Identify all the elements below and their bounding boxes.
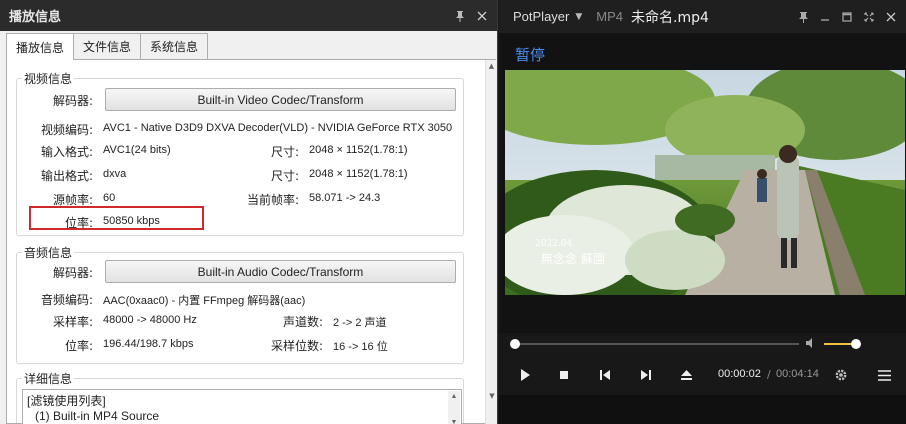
- scroll-up-arrow-icon[interactable]: ▲: [448, 391, 460, 403]
- previous-icon[interactable]: [593, 363, 617, 387]
- close-icon[interactable]: [880, 6, 902, 28]
- chevron-down-icon[interactable]: ▼: [575, 12, 582, 22]
- total-duration: 00:04:14: [776, 368, 819, 380]
- format-label: MP4: [596, 9, 624, 24]
- audio-bitrate-value: 196.44/198.7 kbps: [103, 338, 194, 350]
- fullscreen-icon[interactable]: [858, 6, 880, 28]
- tab-playback-info[interactable]: 播放信息: [6, 33, 75, 60]
- minimize-icon[interactable]: [814, 6, 836, 28]
- video-scene-image: 2022.04. 無念念 蘇園: [505, 70, 905, 295]
- input-size-value: 2048 × 1152(1.78:1): [309, 144, 408, 156]
- seek-bar[interactable]: [513, 343, 799, 345]
- close-icon[interactable]: [471, 5, 493, 27]
- output-size-label: 尺寸:: [270, 169, 299, 183]
- stop-icon[interactable]: [552, 363, 576, 387]
- volume-handle[interactable]: [851, 339, 862, 349]
- current-fps-value: 58.071 -> 24.3: [309, 192, 381, 204]
- play-icon[interactable]: [513, 363, 537, 387]
- input-format-label: 输入格式:: [40, 145, 93, 159]
- video-decoder-button[interactable]: Built-in Video Codec/Transform: [105, 88, 456, 111]
- scroll-down-arrow-icon[interactable]: ▼: [448, 417, 460, 424]
- playback-info-panel: 播放信息 播放信息 文件信息 系统信息 视频信息 解码器: Built-in V…: [0, 0, 498, 424]
- sample-bits-value: 16 -> 16 位: [333, 341, 388, 353]
- volume-icon[interactable]: [805, 337, 817, 352]
- output-format-value: dxva: [103, 168, 127, 180]
- video-info-label: 视频信息: [22, 70, 75, 87]
- filter-list-line: [滤镜使用列表]: [27, 394, 106, 408]
- output-size-value: 2048 × 1152(1.78:1): [309, 168, 408, 180]
- video-decoder-label: 解码器:: [52, 94, 93, 108]
- potplayer-window: PotPlayer ▼ MP4 未命名.mp4 暂停 2022.04. 無念念 …: [499, 0, 906, 424]
- filename-title: 未命名.mp4: [631, 9, 709, 26]
- filter-list-box[interactable]: [滤镜使用列表] (1) Built-in MP4 Source ▲ ▼: [22, 389, 462, 424]
- source-fps-value: 60: [103, 192, 116, 204]
- maximize-icon[interactable]: [836, 6, 858, 28]
- pin-icon[interactable]: [449, 5, 471, 27]
- info-titlebar: 播放信息: [0, 0, 497, 31]
- eject-icon[interactable]: [674, 363, 698, 387]
- input-size-label: 尺寸:: [270, 145, 299, 159]
- player-titlebar: PotPlayer ▼ MP4 未命名.mp4: [499, 0, 906, 33]
- next-icon[interactable]: [633, 363, 657, 387]
- input-format-value: AVC1(24 bits): [103, 144, 171, 156]
- video-codec-label: 视频编码:: [40, 123, 93, 137]
- seek-area: [499, 333, 906, 355]
- audio-info-label: 音频信息: [22, 244, 75, 261]
- scroll-up-arrow-icon[interactable]: ▲: [486, 60, 497, 72]
- tab-file-info[interactable]: 文件信息: [73, 33, 142, 59]
- audio-codec-value: AAC(0xaac0) - 内置 FFmpeg 解码器(aac): [103, 295, 306, 307]
- scroll-down-arrow-icon[interactable]: ▼: [486, 390, 498, 402]
- video-caption-watermark: 無念念 蘇園: [541, 251, 605, 266]
- audio-decoder-button[interactable]: Built-in Audio Codec/Transform: [105, 260, 456, 283]
- sample-bits-label: 采样位数:: [270, 339, 323, 353]
- channels-value: 2 -> 2 声道: [333, 317, 387, 329]
- sample-rate-value: 48000 -> 48000 Hz: [103, 314, 197, 326]
- audio-bitrate-label: 位率:: [64, 339, 93, 353]
- tab-content: 视频信息 解码器: Built-in Video Codec/Transform…: [6, 59, 496, 424]
- sample-rate-label: 采样率:: [52, 315, 93, 329]
- pin-icon[interactable]: [792, 6, 814, 28]
- info-panel-title: 播放信息: [9, 10, 62, 25]
- current-time: 00:00:02: [718, 368, 761, 380]
- output-format-label: 输出格式:: [40, 169, 93, 183]
- settings-gear-icon[interactable]: [829, 363, 853, 387]
- seek-handle[interactable]: [510, 339, 521, 349]
- tab-system-info[interactable]: 系统信息: [140, 33, 209, 59]
- menu-icon[interactable]: [872, 363, 896, 387]
- video-bitrate-label: 位率:: [64, 216, 93, 230]
- screen: 播放信息 播放信息 文件信息 系统信息 视频信息 解码器: Built-in V…: [0, 0, 906, 424]
- playlist-area: [499, 395, 906, 424]
- pause-status-text: 暂停: [515, 46, 546, 64]
- filter-list-line: (1) Built-in MP4 Source: [35, 409, 160, 423]
- video-date-watermark: 2022.04.: [535, 239, 575, 249]
- audio-decoder-label: 解码器:: [52, 266, 93, 280]
- info-tabs: 播放信息 文件信息 系统信息: [6, 33, 209, 60]
- channels-label: 声道数:: [282, 315, 323, 329]
- current-fps-label: 当前帧率:: [246, 193, 299, 207]
- time-separator: /: [767, 368, 771, 381]
- panel-scrollbar[interactable]: ▲ ▼: [485, 60, 497, 424]
- audio-codec-label: 音频编码:: [40, 293, 93, 307]
- video-frame[interactable]: 2022.04. 無念念 蘇園: [505, 70, 905, 295]
- video-codec-value: AVC1 - Native D3D9 DXVA Decoder(VLD) - N…: [103, 122, 453, 134]
- control-bar: 00:00:02 / 00:04:14: [499, 355, 906, 395]
- filter-list-scrollbar[interactable]: ▲ ▼: [448, 391, 460, 424]
- video-bitrate-value: 50850 kbps: [103, 215, 160, 227]
- potplayer-menu-button[interactable]: PotPlayer: [513, 9, 569, 24]
- details-label: 详细信息: [22, 370, 75, 387]
